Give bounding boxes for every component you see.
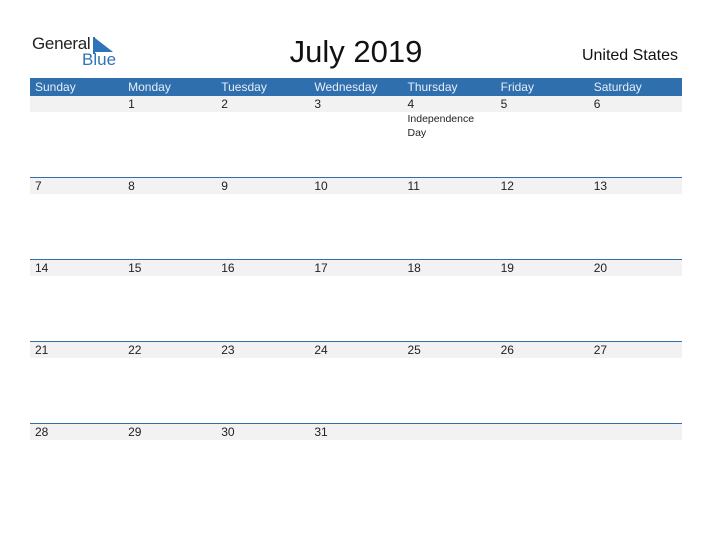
country-label: United States: [581, 47, 678, 64]
day-number: 6: [593, 97, 601, 111]
week-row: 7 8 9 10 11 12 13: [30, 177, 682, 259]
weekday-saturday: Saturday: [593, 80, 642, 94]
date-strip: 21 22 23 24 25 26 27: [30, 342, 682, 358]
day-number: 4: [407, 97, 415, 111]
day-number: 19: [500, 261, 514, 275]
date-strip: 1 2 3 4 5 6: [30, 96, 682, 112]
holiday-label: [589, 112, 682, 140]
day-number: 13: [593, 179, 608, 193]
day-number: 27: [593, 343, 608, 357]
day-number: 5: [500, 97, 508, 111]
week-row: 21 22 23 24 25 26 27: [30, 341, 682, 423]
day-number: 28: [35, 425, 49, 439]
day-number: 15: [128, 261, 142, 275]
week-row: 1 2 3 4 5 6 Independence Day: [30, 96, 682, 177]
day-number: 21: [35, 343, 49, 357]
day-number: 11: [407, 179, 420, 193]
day-number: 30: [221, 425, 235, 439]
day-number: 23: [221, 343, 235, 357]
day-number: 24: [314, 343, 328, 357]
day-number: 29: [128, 425, 142, 439]
day-number: 25: [407, 343, 421, 357]
day-number: 9: [221, 179, 228, 193]
calendar-grid: Sunday Monday Tuesday Wednesday Thursday…: [30, 78, 682, 505]
holiday-label: [309, 112, 402, 140]
day-number: [30, 96, 123, 112]
day-number: 1: [128, 97, 135, 111]
day-number: 14: [35, 261, 49, 275]
day-number: 31: [314, 425, 328, 439]
holiday-label: [30, 112, 123, 140]
holiday-label: [123, 112, 216, 140]
day-number: 2: [221, 97, 228, 111]
day-number: 7: [35, 179, 42, 193]
day-number: [496, 424, 589, 440]
holiday-label: Independence Day: [407, 113, 475, 139]
weekday-tuesday: Tuesday: [221, 80, 267, 94]
weekday-wednesday: Wednesday: [314, 80, 378, 94]
weekday-thursday: Thursday: [407, 80, 458, 94]
weekday-monday: Monday: [128, 80, 171, 94]
week-row: 28 29 30 31: [30, 423, 682, 505]
weekday-sunday: Sunday: [35, 80, 76, 94]
day-number: 18: [407, 261, 421, 275]
day-number: [589, 424, 682, 440]
date-strip: 28 29 30 31: [30, 424, 682, 440]
day-number: 3: [314, 97, 322, 111]
day-number: 20: [593, 261, 608, 275]
day-number: 12: [500, 179, 514, 193]
day-number: 17: [314, 261, 328, 275]
weekday-header: Sunday Monday Tuesday Wednesday Thursday…: [30, 78, 682, 96]
day-number: [403, 424, 496, 440]
holiday-label: [496, 112, 589, 140]
holiday-label: [216, 112, 309, 140]
day-number: 10: [314, 179, 328, 193]
date-strip: 14 15 16 17 18 19 20: [30, 260, 682, 276]
day-number: 8: [128, 179, 135, 193]
weekday-friday: Friday: [500, 80, 534, 94]
day-number: 26: [500, 343, 514, 357]
day-number: 22: [128, 343, 142, 357]
date-strip: 7 8 9 10 11 12 13: [30, 178, 682, 194]
week-row: 14 15 16 17 18 19 20: [30, 259, 682, 341]
day-number: 16: [221, 261, 235, 275]
events-row: Independence Day: [30, 112, 682, 140]
